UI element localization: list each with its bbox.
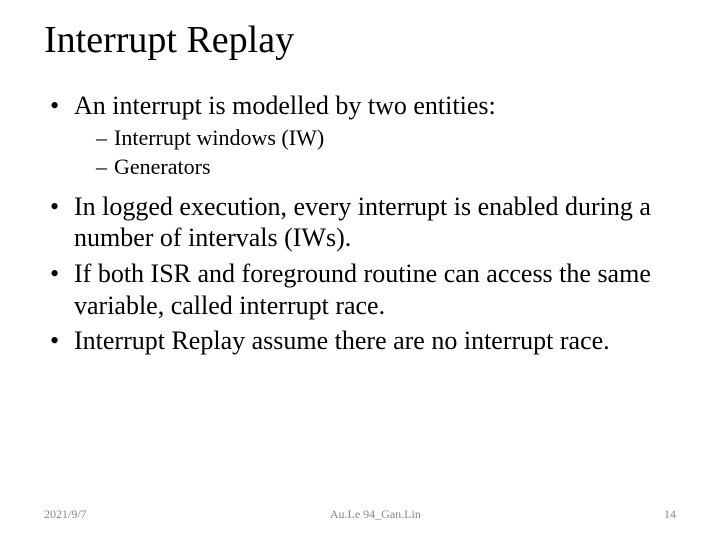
bullet-item: In logged execution, every interrupt is …: [48, 191, 672, 254]
bullet-text: In logged execution, every interrupt is …: [74, 192, 651, 253]
sub-bullet-list: Interrupt windows (IW) Generators: [74, 124, 672, 181]
footer: 2021/9/7 Au.Le 94_Gan.Lin 14: [0, 507, 720, 522]
bullet-text: An interrupt is modelled by two entities…: [74, 91, 496, 120]
sub-bullet-item: Generators: [96, 153, 672, 181]
slide-title: Interrupt Replay: [44, 20, 676, 62]
slide: Interrupt Replay An interrupt is modelle…: [0, 0, 720, 540]
bullet-item: If both ISR and foreground routine can a…: [48, 258, 672, 321]
bullet-item: An interrupt is modelled by two entities…: [48, 90, 672, 181]
bullet-text: Interrupt Replay assume there are no int…: [74, 326, 610, 355]
bullet-list: An interrupt is modelled by two entities…: [44, 90, 676, 357]
footer-page-number: 14: [664, 507, 676, 522]
footer-date: 2021/9/7: [44, 507, 87, 522]
bullet-item: Interrupt Replay assume there are no int…: [48, 325, 672, 357]
footer-center: Au.Le 94_Gan.Lin: [330, 507, 421, 522]
sub-bullet-text: Generators: [114, 154, 211, 179]
bullet-text: If both ISR and foreground routine can a…: [74, 259, 651, 320]
sub-bullet-text: Interrupt windows (IW): [114, 125, 324, 150]
sub-bullet-item: Interrupt windows (IW): [96, 124, 672, 152]
